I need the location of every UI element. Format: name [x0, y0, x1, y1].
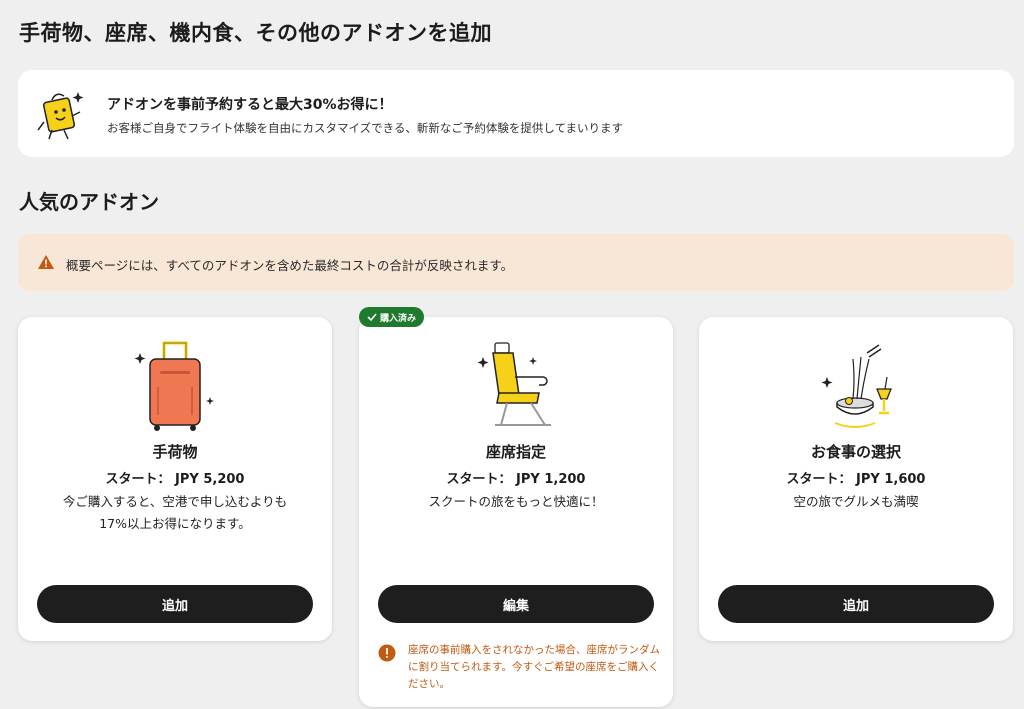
- card-description: 空の旅でグルメも満喫: [793, 494, 919, 509]
- addon-card-baggage: 手荷物 スタート： JPY 5,200 今ご購入すると、空港で申し込むよりも17…: [18, 317, 332, 641]
- warning-icon: [38, 255, 54, 269]
- suitcase-icon: [134, 341, 214, 431]
- card-description: 今ご購入すると、空港で申し込むよりも17%以上お得になります。: [62, 494, 288, 531]
- add-meal-button[interactable]: 追加: [718, 585, 994, 623]
- card-price: スタート： JPY 1,600: [786, 472, 926, 487]
- addon-card-seat: 座席指定 スタート： JPY 1,200 スクートの旅をもっと快適に！ 編集 座…: [359, 317, 673, 707]
- promo-banner: アドオンを事前予約すると最大30%お得に！ お客様ご自身でフライト体験を自由にカ…: [18, 70, 1014, 157]
- seat-warning-text: 座席の事前購入をされなかった場合、座席がランダムに割り当てられます。今すぐご希望…: [408, 644, 660, 690]
- add-baggage-button[interactable]: 追加: [37, 585, 313, 623]
- card-title: 座席指定: [485, 443, 546, 461]
- notice-text: 概要ページには、すべてのアドオンを含めた最終コストの合計が反映されます。: [66, 258, 514, 273]
- edit-seat-button[interactable]: 編集: [378, 585, 654, 623]
- card-description: スクートの旅をもっと快適に！: [428, 494, 604, 509]
- mascot-icon: [37, 92, 84, 140]
- seat-icon: [477, 342, 551, 426]
- promo-title: アドオンを事前予約すると最大30%お得に！: [107, 97, 393, 113]
- badge-label: 購入済み: [379, 313, 416, 324]
- page-title: 手荷物、座席、機内食、その他のアドオンを追加: [19, 21, 492, 45]
- notice-banner: 概要ページには、すべてのアドオンを含めた最終コストの合計が反映されます。: [18, 234, 1014, 291]
- card-price: スタート： JPY 5,200: [105, 472, 245, 487]
- promo-subtitle: お客様ご自身でフライト体験を自由にカスタマイズできる、斬新なご予約体験を提供して…: [107, 121, 623, 135]
- card-price: スタート： JPY 1,200: [446, 472, 586, 487]
- card-title: 手荷物: [152, 443, 198, 461]
- addon-card-meal: お食事の選択 スタート： JPY 1,600 空の旅でグルメも満喫 追加: [699, 317, 1013, 641]
- section-title: 人気のアドオン: [19, 190, 159, 214]
- check-icon: [367, 313, 377, 322]
- purchased-badge: 購入済み: [359, 307, 424, 327]
- alert-circle-icon: [378, 644, 396, 662]
- card-title: お食事の選択: [810, 443, 901, 461]
- meal-icon: [821, 344, 892, 428]
